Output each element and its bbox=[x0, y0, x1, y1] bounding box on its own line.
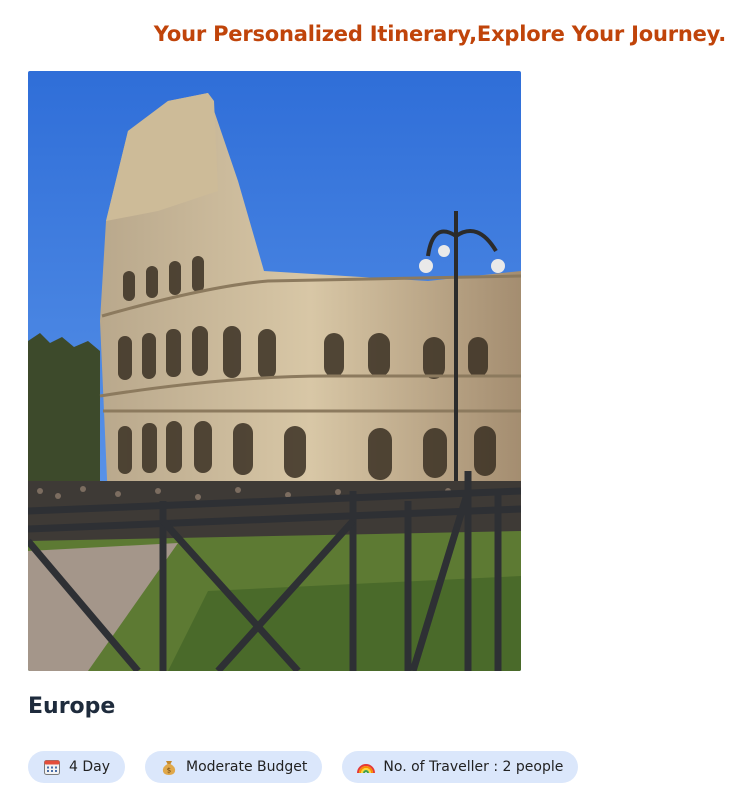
money-bag-icon: $ bbox=[160, 758, 178, 776]
duration-chip: 4 Day bbox=[28, 751, 126, 783]
destination-image bbox=[28, 71, 521, 671]
destination-name: Europe bbox=[28, 694, 116, 719]
travellers-label: No. of Traveller : 2 people bbox=[383, 759, 564, 775]
budget-chip: $ Moderate Budget bbox=[145, 751, 323, 783]
page-title: Your Personalized Itinerary,Explore Your… bbox=[153, 22, 726, 46]
calendar-icon bbox=[43, 758, 61, 776]
rainbow-icon bbox=[357, 758, 376, 776]
svg-text:$: $ bbox=[167, 767, 171, 775]
duration-label: 4 Day bbox=[69, 759, 111, 775]
travellers-chip: No. of Traveller : 2 people bbox=[342, 751, 579, 783]
budget-label: Moderate Budget bbox=[186, 759, 308, 775]
trip-details: 4 Day $ Moderate Budget No. of Traveller… bbox=[28, 751, 579, 783]
